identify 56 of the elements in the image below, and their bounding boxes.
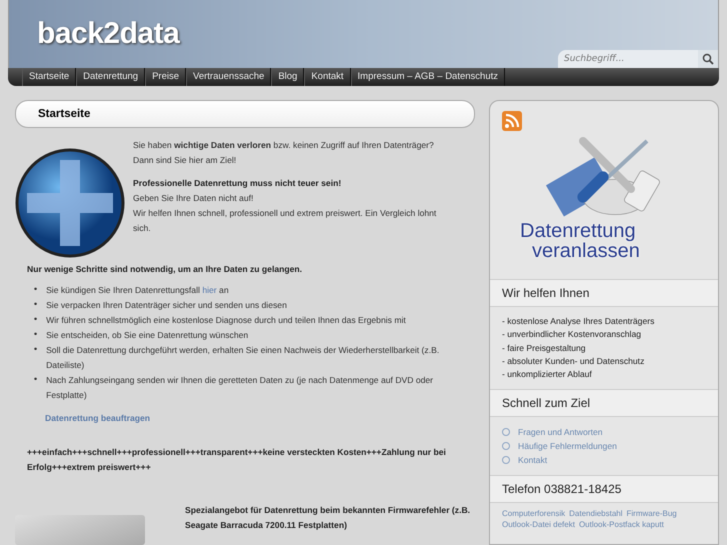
section-heading: Wir helfen Ihnen [490,279,718,307]
plus-sphere-icon [15,148,125,258]
slogan-text: +++einfach+++schnell+++professionell+++transparent+++keine versteckten Kosten+++Zahlung nur bei Erfolg+++extrem preiswert+++ [27,446,447,474]
tag-link[interactable]: Datendiebstahl [569,509,623,518]
bullet-icon [502,456,510,464]
claim-text: Wir helfen Ihnen schnell, professionell und extrem preiswert. Ein Vergleich lohnt sich. [133,207,438,235]
step-item: Sie verpacken Ihren Datenträger sicher und senden uns diesen [46,299,287,312]
intro-text: Dann sind Sie hier am Ziel! [133,154,238,167]
bullet-mark: • [33,329,38,342]
bullet-mark: • [33,344,38,357]
benefit-item: - unverbindlicher Kostenvoranschlag [502,328,642,342]
nav-link[interactable]: Vertrauenssache [186,68,272,86]
quick-link[interactable]: Fragen und Antworten [502,425,706,440]
quick-link[interactable]: Kontakt [502,453,706,468]
step-item: Soll die Datenrettung durchgeführt werden, erhalten Sie einen Nachweis der Wiederherstellbarkeit (z.B. Dateiliste) [46,344,440,372]
banner-heading[interactable]: Datenrettung veranlassen [520,221,640,261]
benefit-item: - kostenlose Analyse Ihres Datenträgers [502,315,656,328]
bullet-mark: • [33,314,38,327]
benefit-item: - absoluter Kunden- und Datenschutz [502,354,646,368]
nav-link[interactable]: Blog [271,68,304,86]
intro-text: Sie haben wichtige Daten verloren bzw. keinen Zugriff auf Ihren Datenträger? [133,139,435,152]
bullet-icon [502,428,510,436]
benefit-item: - faire Preisgestaltung [502,342,587,355]
tag-link[interactable]: Outlook-Postfack kaputt [578,520,664,530]
step-item: Sie entscheiden, ob Sie eine Datenrettung wünschen [46,329,248,342]
bullet-mark: • [33,374,38,387]
phone-heading: Telefon 038821-18425 [490,475,718,504]
nav-link[interactable]: Preise [145,68,186,86]
search-icon [702,53,714,65]
step-item: Sie kündigen Sie Ihren Datenrettungsfall hier an [46,284,229,297]
here-link[interactable]: hier [202,285,217,295]
step-item: Nach Zahlungseingang senden wir Ihnen die geretteten Daten zu (je nach Datenmenge auf DVD oder Festplatte) [46,374,434,402]
tag-link[interactable]: Computerforensik [502,509,566,518]
section-heading: Schnell zum Ziel [490,389,718,418]
bullet-mark: • [33,299,38,312]
search-field[interactable]: Suchbegriff... [558,50,698,68]
bullet-mark: • [33,284,38,297]
quick-link[interactable]: Häufige Fehlermeldungen [502,439,706,454]
search-button[interactable] [698,50,718,68]
rss-icon[interactable] [502,111,522,131]
nav-link[interactable]: Impressum – AGB – Datenschutz [350,68,505,86]
site-logo[interactable]: back2data [37,17,180,51]
tag-link[interactable]: Firmware-Bug [626,509,677,518]
step-item: Wir führen schnellstmöglich eine kostenlose Diagnose durch und teilen Ihnen das Ergebnis mit [46,314,406,327]
claim-heading: Professionelle Datenrettung muss nicht teuer sein! [133,177,342,190]
nav-link[interactable]: Kontakt [304,68,351,86]
order-link[interactable]: Datenrettung beauftragen [45,413,475,423]
nav-link[interactable]: Startseite [22,68,76,86]
claim-text: Geben Sie Ihre Daten nicht auf! [133,192,254,205]
tag-link[interactable]: Outlook-Datei defekt [502,520,575,530]
steps-heading: Nur wenige Schritte sind notwendig, um an Ihre Daten zu gelangen. [27,263,304,276]
bullet-icon [502,442,510,450]
benefit-item: - unkomplizierter Ablauf [502,368,593,382]
nav-link[interactable]: Datenrettung [76,68,146,86]
offer-text: Spezialangebot für Datenrettung beim bekannten Firmwarefehler (z.B. Seagate Barracuda 7200.11 Festplatten) [185,504,472,532]
page-title: Startseite [15,100,475,128]
